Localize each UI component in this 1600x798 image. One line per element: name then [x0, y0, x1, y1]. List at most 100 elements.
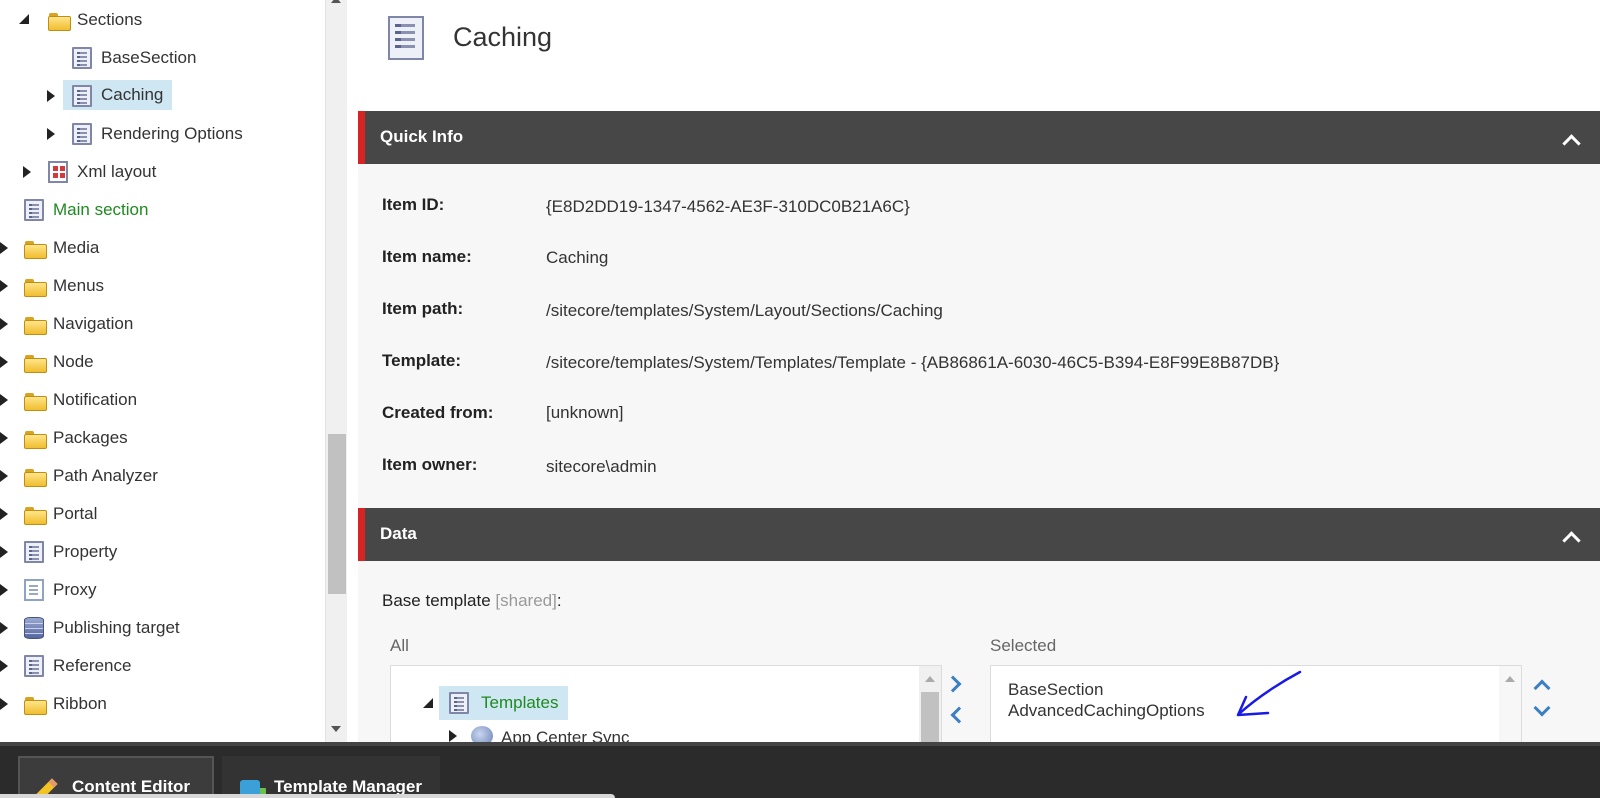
remove-from-selected-button[interactable]: [948, 704, 970, 726]
tree-node-path-analyzer[interactable]: Path Analyzer: [0, 460, 320, 492]
tree-node-media[interactable]: Media: [0, 232, 320, 264]
tree-node-sections[interactable]: Sections: [0, 4, 320, 36]
info-row-item-name: Item name: Caching: [358, 247, 1558, 277]
tree-scrollbar[interactable]: [325, 0, 347, 742]
info-value[interactable]: sitecore\admin: [546, 457, 657, 477]
tree-node-reference[interactable]: Reference: [0, 650, 320, 682]
tree-node-label: Property: [53, 542, 118, 561]
collapsed-arrow-icon[interactable]: [449, 730, 457, 742]
selected-templates-list[interactable]: BaseSection AdvancedCachingOptions: [990, 665, 1522, 742]
quick-info-section-header[interactable]: Quick Info: [358, 111, 1600, 164]
collapsed-arrow-icon[interactable]: [0, 432, 8, 444]
folder-icon: [24, 315, 47, 335]
chevron-up-icon[interactable]: [1564, 530, 1578, 544]
collapsed-arrow-icon[interactable]: [0, 394, 8, 406]
tree-node-label: Packages: [53, 428, 128, 447]
all-column-label: All: [390, 636, 409, 655]
collapsed-arrow-icon[interactable]: [23, 166, 31, 178]
tree-node-label: Main section: [53, 200, 149, 219]
section-title: Data: [380, 524, 417, 543]
info-row-item-owner: Item owner: sitecore\admin: [358, 455, 1558, 485]
info-row-item-path: Item path: /sitecore/templates/System/La…: [358, 299, 1558, 329]
tree-node-navigation[interactable]: Navigation: [0, 308, 320, 340]
collapsed-arrow-icon[interactable]: [0, 698, 8, 710]
collapsed-arrow-icon[interactable]: [0, 280, 8, 292]
tab-template-manager[interactable]: Template Manager: [222, 756, 440, 798]
tree-node-ribbon[interactable]: Ribbon: [0, 688, 320, 720]
folder-icon: [24, 695, 47, 715]
tree-node-basesection[interactable]: BaseSection: [0, 42, 320, 74]
tab-content-editor[interactable]: Content Editor: [18, 756, 214, 798]
info-value-link[interactable]: /sitecore/templates/System/Templates/Tem…: [546, 353, 1279, 373]
tree-node-label: Node: [53, 352, 94, 371]
database-icon: [24, 617, 44, 639]
tree-node-label: Media: [53, 238, 100, 257]
tree-node-packages[interactable]: Packages: [0, 422, 320, 454]
collapsed-arrow-icon[interactable]: [0, 584, 8, 596]
list-scrollbar[interactable]: [1499, 666, 1521, 742]
template-icon: [72, 47, 92, 69]
tree-node-main-section[interactable]: Main section: [0, 194, 320, 226]
tree-node-menus[interactable]: Menus: [0, 270, 320, 302]
expanded-arrow-icon[interactable]: [19, 14, 29, 24]
collapsed-arrow-icon[interactable]: [0, 508, 8, 520]
list-item[interactable]: BaseSection: [1008, 680, 1103, 700]
collapsed-arrow-icon[interactable]: [0, 546, 8, 558]
collapsed-arrow-icon[interactable]: [47, 90, 55, 102]
info-row-created-from: Created from: [unknown]: [358, 403, 1558, 433]
info-value[interactable]: Caching: [546, 248, 608, 268]
info-key: Item ID:: [382, 195, 445, 214]
info-key: Item name:: [382, 247, 472, 266]
tree-node-label: Rendering Options: [101, 124, 243, 143]
folder-icon: [24, 353, 47, 373]
sync-icon: [471, 726, 493, 742]
template-icon: [388, 16, 424, 60]
scrollbar-thumb[interactable]: [921, 692, 939, 742]
all-templates-tree[interactable]: Templates App Center Sync: [390, 665, 942, 742]
list-scrollbar[interactable]: [919, 666, 941, 742]
folder-icon: [48, 11, 71, 31]
add-to-selected-button[interactable]: [942, 673, 964, 695]
expanded-arrow-icon[interactable]: [423, 698, 433, 708]
info-value[interactable]: /sitecore/templates/System/Layout/Sectio…: [546, 301, 943, 321]
collapsed-arrow-icon[interactable]: [0, 622, 8, 634]
tree-node-xml-layout[interactable]: Xml layout: [0, 156, 320, 188]
data-section-header[interactable]: Data: [358, 508, 1600, 561]
template-icon: [24, 541, 44, 563]
list-item[interactable]: AdvancedCachingOptions: [1008, 701, 1205, 721]
tree-node-label: Menus: [53, 276, 105, 295]
page-icon: [24, 579, 44, 601]
tree-node-templates[interactable]: Templates: [439, 686, 569, 720]
tree-node-publishing-target[interactable]: Publishing target: [0, 612, 320, 644]
scrollbar-thumb[interactable]: [328, 434, 346, 594]
scroll-up-icon[interactable]: [1505, 676, 1515, 682]
scroll-up-icon[interactable]: [331, 0, 341, 3]
collapsed-arrow-icon[interactable]: [0, 242, 8, 254]
folder-icon: [24, 429, 47, 449]
info-row-item-id: Item ID: {E8D2DD19-1347-4562-AE3F-310DC0…: [358, 195, 1558, 225]
move-down-button[interactable]: [1530, 700, 1552, 722]
collapsed-arrow-icon[interactable]: [0, 660, 8, 672]
tree-node-portal[interactable]: Portal: [0, 498, 320, 530]
tree-node-label: Ribbon: [53, 694, 107, 713]
template-icon: [72, 123, 92, 145]
collapsed-arrow-icon[interactable]: [0, 470, 8, 482]
tree-node-rendering-options[interactable]: Rendering Options: [0, 118, 320, 150]
tree-node-property[interactable]: Property: [0, 536, 320, 568]
page-title: Caching: [453, 22, 553, 52]
tree-node-notification[interactable]: Notification: [0, 384, 320, 416]
move-up-button[interactable]: [1530, 673, 1552, 695]
tree-node-caching[interactable]: Caching: [0, 80, 320, 112]
tree-node-label: Publishing target: [53, 618, 180, 637]
scroll-down-icon[interactable]: [331, 726, 341, 732]
collapsed-arrow-icon[interactable]: [0, 318, 8, 330]
folder-icon: [24, 505, 47, 525]
scroll-up-icon[interactable]: [925, 676, 935, 682]
tree-node-node[interactable]: Node: [0, 346, 320, 378]
collapsed-arrow-icon[interactable]: [47, 128, 55, 140]
chevron-up-icon[interactable]: [1564, 133, 1578, 147]
template-icon: [24, 199, 44, 221]
tree-node-proxy[interactable]: Proxy: [0, 574, 320, 606]
collapsed-arrow-icon[interactable]: [0, 356, 8, 368]
info-value[interactable]: {E8D2DD19-1347-4562-AE3F-310DC0B21A6C}: [546, 197, 910, 217]
